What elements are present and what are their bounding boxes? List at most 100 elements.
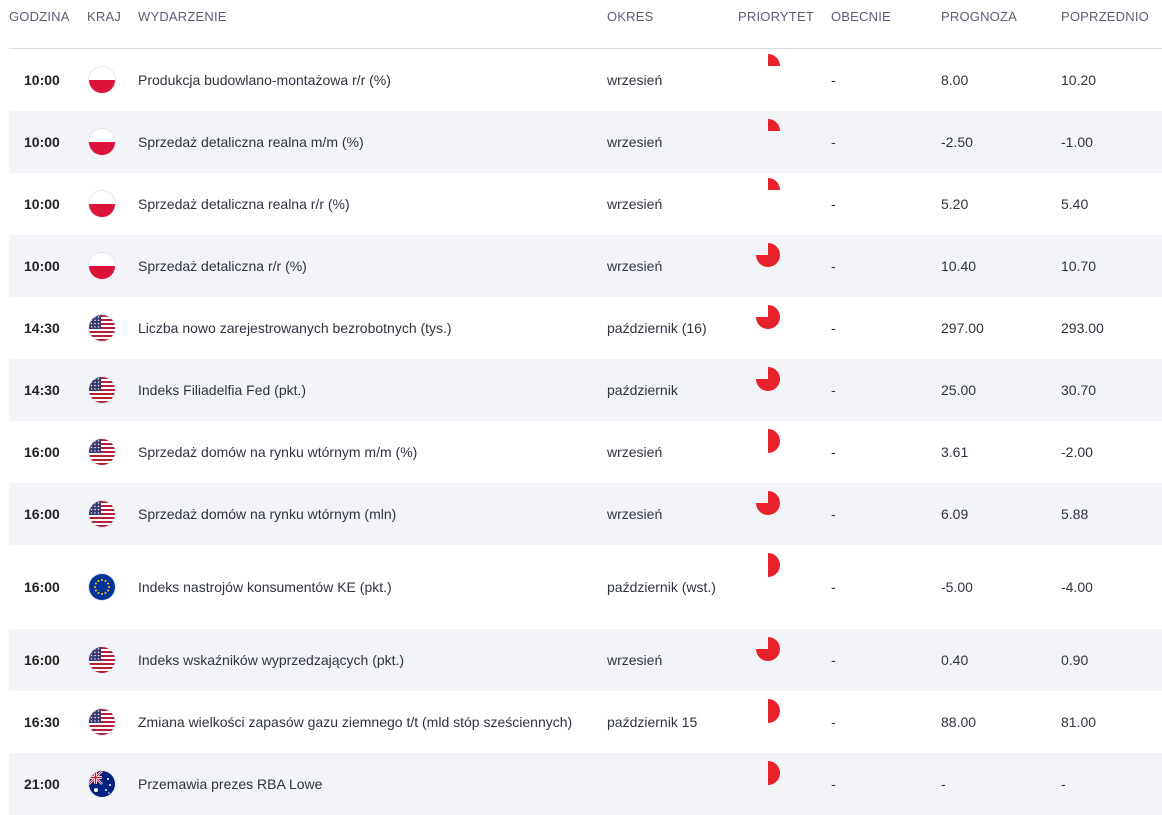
- event-name[interactable]: Indeks wskaźników wyprzedzających (pkt.): [138, 652, 404, 668]
- event-time: 16:00: [24, 579, 60, 595]
- au-flag-icon: [89, 771, 115, 797]
- previous-value: 30.70: [1061, 382, 1097, 398]
- event-name[interactable]: Sprzedaż detaliczna r/r (%): [138, 258, 307, 274]
- header-forecast[interactable]: PROGNOZA: [941, 9, 1017, 24]
- header-previous[interactable]: POPRZEDNIO: [1061, 9, 1149, 24]
- actual-value: -: [831, 776, 836, 792]
- forecast-value: 5.20: [941, 196, 969, 212]
- event-time: 14:30: [24, 382, 60, 398]
- table-row[interactable]: 16:00 Indeks nastrojów konsumentów KE (pk…: [9, 545, 1162, 629]
- forecast-value: 88.00: [941, 714, 977, 730]
- event-name[interactable]: Indeks Filiadelfia Fed (pkt.): [138, 382, 306, 398]
- forecast-value: 0.40: [941, 652, 969, 668]
- priority-pie-icon: [756, 491, 780, 515]
- priority-pie-icon: [756, 761, 780, 785]
- us-flag-icon: [89, 709, 115, 735]
- table-row[interactable]: 16:30 Zmiana wielkości zapasów gazu ziemn…: [9, 691, 1162, 753]
- previous-value: 293.00: [1061, 320, 1104, 336]
- event-name[interactable]: Liczba nowo zarejestrowanych bezrobotnyc…: [138, 320, 452, 336]
- header-event[interactable]: WYDARZENIE: [138, 9, 227, 24]
- event-time: 16:00: [24, 506, 60, 522]
- event-time: 21:00: [24, 776, 60, 792]
- priority-pie-icon: [756, 429, 780, 453]
- header-actual[interactable]: OBECNIE: [831, 9, 891, 24]
- previous-value: -: [1061, 776, 1066, 792]
- pl-flag-icon: [89, 191, 115, 217]
- table-row[interactable]: 16:00 Sprzedaż domów na rynku wtórnym (ml…: [9, 483, 1162, 545]
- header-priority[interactable]: PRIORYTET: [738, 9, 814, 24]
- forecast-value: 297.00: [941, 320, 984, 336]
- event-name[interactable]: Sprzedaż domów na rynku wtórnym m/m (%): [138, 444, 417, 460]
- us-flag-icon: [89, 315, 115, 341]
- table-row[interactable]: 10:00 Sprzedaż detaliczna r/r (%) wrzesień…: [9, 235, 1162, 297]
- event-period: październik (wst.): [607, 579, 716, 595]
- table-row[interactable]: 10:00 Produkcja budowlano-montażowa r/r (…: [9, 49, 1162, 111]
- event-time: 10:00: [24, 72, 60, 88]
- table-row[interactable]: 10:00 Sprzedaż detaliczna realna r/r (%) w…: [9, 173, 1162, 235]
- actual-value: -: [831, 320, 836, 336]
- table-row[interactable]: 14:30 Indeks Filiadelfia Fed (pkt.) paździ…: [9, 359, 1162, 421]
- us-flag-icon: [89, 501, 115, 527]
- previous-value: 5.88: [1061, 506, 1089, 522]
- event-time: 16:00: [24, 652, 60, 668]
- table-row[interactable]: 14:30 Liczba nowo zarejestrowanych bezrob…: [9, 297, 1162, 359]
- priority-pie-icon: [756, 553, 780, 577]
- event-name[interactable]: Sprzedaż domów na rynku wtórnym (mln): [138, 506, 396, 522]
- event-period: wrzesień: [607, 506, 663, 522]
- table-row[interactable]: 16:00 Indeks wskaźników wyprzedzających (…: [9, 629, 1162, 691]
- forecast-value: -2.50: [941, 134, 973, 150]
- table-row[interactable]: 21:00 Przemawia prezes RBA Lowe - - -: [9, 753, 1162, 815]
- previous-value: 10.70: [1061, 258, 1097, 274]
- header-time[interactable]: GODZINA: [9, 9, 70, 24]
- table-row[interactable]: 10:00 Sprzedaż detaliczna realna m/m (%) w…: [9, 111, 1162, 173]
- event-period: wrzesień: [607, 652, 663, 668]
- actual-value: -: [831, 72, 836, 88]
- event-time: 16:30: [24, 714, 60, 730]
- event-period: wrzesień: [607, 196, 663, 212]
- priority-pie-icon: [756, 119, 780, 143]
- header-country[interactable]: KRAJ: [87, 9, 121, 24]
- forecast-value: 8.00: [941, 72, 969, 88]
- pl-flag-icon: [89, 67, 115, 93]
- forecast-value: 6.09: [941, 506, 969, 522]
- previous-value: -2.00: [1061, 444, 1093, 460]
- priority-pie-icon: [756, 243, 780, 267]
- table-body: 10:00 Produkcja budowlano-montażowa r/r (…: [0, 49, 1162, 815]
- event-period: październik 15: [607, 714, 698, 730]
- event-period: wrzesień: [607, 444, 663, 460]
- us-flag-icon: [89, 647, 115, 673]
- us-flag-icon: [89, 377, 115, 403]
- priority-pie-icon: [756, 367, 780, 391]
- event-name[interactable]: Indeks nastrojów konsumentów KE (pkt.): [138, 579, 392, 595]
- event-name[interactable]: Sprzedaż detaliczna realna m/m (%): [138, 134, 364, 150]
- event-time: 16:00: [24, 444, 60, 460]
- forecast-value: -: [941, 776, 946, 792]
- previous-value: -1.00: [1061, 134, 1093, 150]
- event-name[interactable]: Zmiana wielkości zapasów gazu ziemnego t…: [138, 714, 572, 730]
- header-period[interactable]: OKRES: [607, 9, 654, 24]
- actual-value: -: [831, 382, 836, 398]
- table-row[interactable]: 16:00 Sprzedaż domów na rynku wtórnym m/m…: [9, 421, 1162, 483]
- actual-value: -: [831, 579, 836, 595]
- eu-flag-icon: [89, 574, 115, 600]
- forecast-value: 3.61: [941, 444, 969, 460]
- previous-value: 10.20: [1061, 72, 1097, 88]
- event-name[interactable]: Przemawia prezes RBA Lowe: [138, 776, 322, 792]
- priority-pie-icon: [756, 54, 780, 78]
- event-name[interactable]: Produkcja budowlano-montażowa r/r (%): [138, 72, 391, 88]
- event-period: wrzesień: [607, 72, 663, 88]
- priority-pie-icon: [756, 305, 780, 329]
- previous-value: 5.40: [1061, 196, 1089, 212]
- event-name[interactable]: Sprzedaż detaliczna realna r/r (%): [138, 196, 350, 212]
- event-time: 14:30: [24, 320, 60, 336]
- forecast-value: 10.40: [941, 258, 977, 274]
- event-time: 10:00: [24, 196, 60, 212]
- event-period: wrzesień: [607, 258, 663, 274]
- previous-value: 0.90: [1061, 652, 1089, 668]
- actual-value: -: [831, 258, 836, 274]
- actual-value: -: [831, 506, 836, 522]
- pl-flag-icon: [89, 253, 115, 279]
- event-time: 10:00: [24, 258, 60, 274]
- priority-pie-icon: [756, 699, 780, 723]
- actual-value: -: [831, 652, 836, 668]
